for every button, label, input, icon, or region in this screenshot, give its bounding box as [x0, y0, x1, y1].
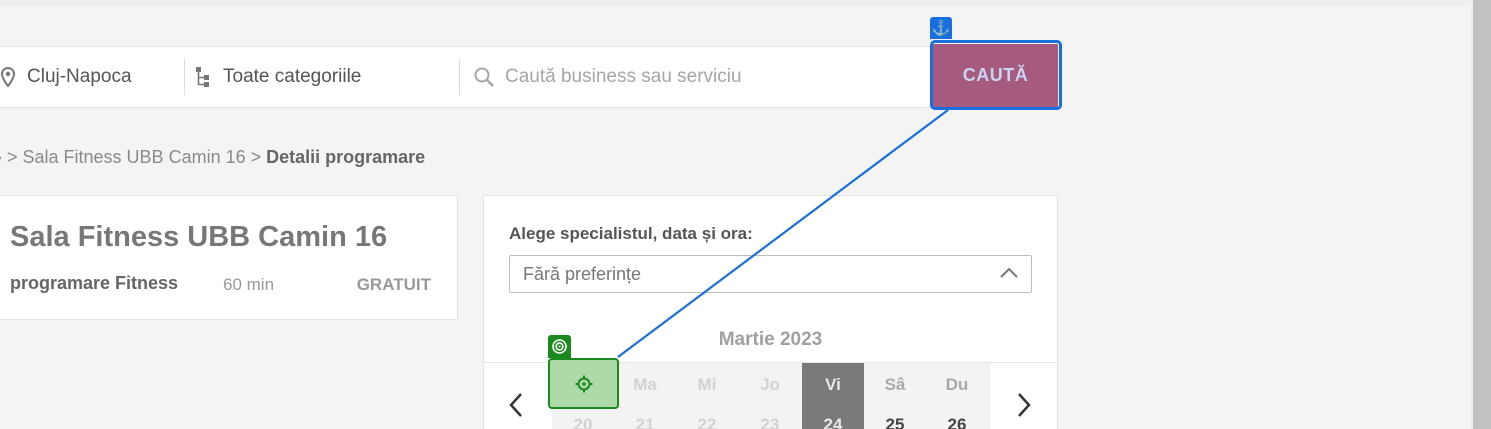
target-tag [548, 335, 571, 358]
target-marker[interactable] [548, 358, 619, 409]
connector-line [617, 109, 949, 358]
crosshair-icon [575, 375, 592, 392]
target-ring-icon [552, 339, 567, 354]
